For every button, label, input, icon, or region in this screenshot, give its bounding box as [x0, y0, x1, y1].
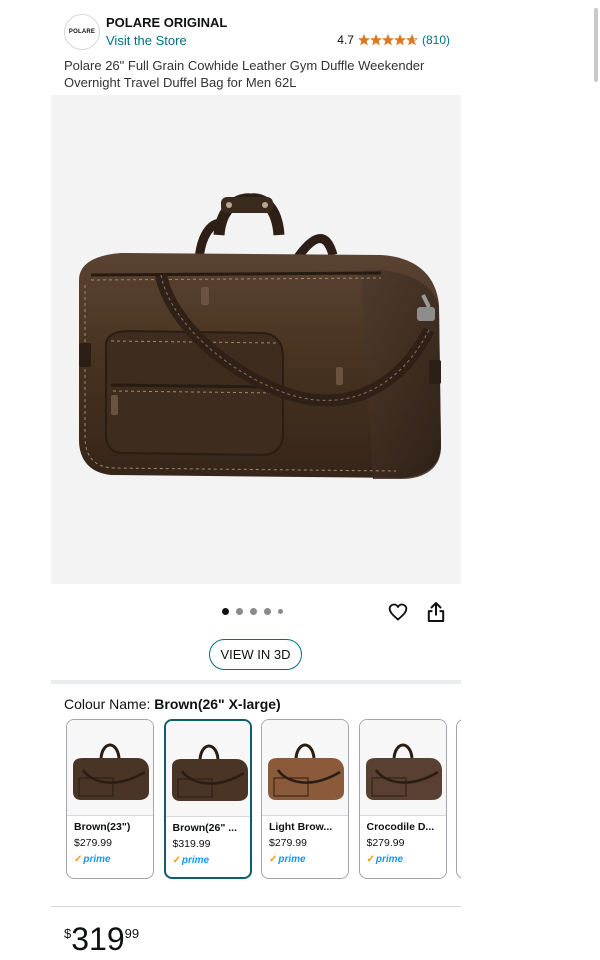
- swatch-price: $319.99: [172, 838, 211, 850]
- rating-value: 4.7: [337, 33, 354, 47]
- visit-store-link[interactable]: Visit the Store: [106, 33, 187, 48]
- price-whole: 319: [71, 921, 125, 957]
- carousel-dot[interactable]: [222, 608, 229, 615]
- colour-swatch[interactable]: Brown(23") $279.99 ✓prime: [66, 719, 154, 879]
- share-icon[interactable]: [427, 601, 445, 623]
- section-divider: [51, 680, 461, 684]
- star-icon: [406, 34, 418, 46]
- prime-label: prime: [375, 854, 404, 865]
- swatch-bag-image: [359, 720, 446, 816]
- carousel-dot[interactable]: [278, 609, 283, 614]
- colour-swatch[interactable]: Brown(26" ... $319.99 ✓prime: [163, 719, 252, 879]
- prime-check-icon: ✓: [172, 855, 181, 866]
- prime-check-icon: ✓: [366, 854, 375, 865]
- prime-badge: ✓prime: [269, 854, 306, 865]
- product-title: Polare 26" Full Grain Cowhide Leather Gy…: [64, 58, 425, 90]
- carousel-dot[interactable]: [236, 608, 243, 615]
- swatch-name: Light Brow...: [269, 821, 333, 833]
- prime-label: prime: [181, 855, 210, 866]
- prime-check-icon: ✓: [74, 854, 83, 865]
- price-currency: $: [64, 926, 72, 941]
- prime-badge: ✓prime: [173, 855, 210, 866]
- prime-label: prime: [278, 854, 306, 865]
- swatch-price: $279.99: [74, 837, 112, 849]
- image-carousel-dots[interactable]: [222, 608, 283, 615]
- section-divider: [51, 906, 461, 907]
- colour-name-label: Colour Name:: [64, 696, 151, 712]
- view-in-3d-button[interactable]: VIEW IN 3D: [209, 639, 302, 670]
- brand-logo[interactable]: POLARE: [64, 14, 100, 50]
- colour-name-value: Brown(26" X-large): [154, 696, 281, 712]
- star-icon: [370, 34, 382, 46]
- product-price: $ 319 99: [64, 922, 139, 956]
- prime-badge: ✓prime: [74, 854, 111, 865]
- brand-name: POLARE ORIGINAL: [106, 15, 228, 30]
- swatch-name: Crocodile D...: [366, 821, 435, 833]
- swatch-price: $279.99: [269, 837, 307, 849]
- rating-summary[interactable]: 4.7 (810): [337, 33, 450, 47]
- swatch-bag-image: [262, 720, 348, 816]
- colour-name-row: Colour Name: Brown(26" X-large): [64, 696, 281, 712]
- product-image[interactable]: [51, 95, 461, 584]
- heart-icon[interactable]: [388, 602, 408, 622]
- carousel-dot[interactable]: [264, 608, 271, 615]
- prime-check-icon: ✓: [269, 854, 278, 865]
- scrollbar[interactable]: [594, 8, 598, 82]
- carousel-dot[interactable]: [250, 608, 257, 615]
- duffel-bag-image: [79, 193, 441, 479]
- colour-swatch-more[interactable]: [456, 719, 461, 879]
- swatch-bag-image: [165, 721, 250, 817]
- review-count-link[interactable]: (810): [422, 33, 450, 47]
- swatch-name: Brown(23"): [74, 821, 131, 833]
- prime-label: prime: [83, 854, 111, 865]
- colour-swatch-list[interactable]: Brown(23") $279.99 ✓prime Brown(26" ... $319…: [66, 719, 461, 881]
- colour-swatch[interactable]: Crocodile D... $279.99 ✓prime: [358, 719, 447, 879]
- star-rating-icon: [358, 34, 418, 46]
- star-icon: [394, 34, 406, 46]
- swatch-name: Brown(26" ...: [172, 822, 238, 834]
- prime-badge: ✓prime: [367, 854, 404, 865]
- price-fraction: 99: [124, 926, 140, 941]
- colour-swatch[interactable]: Light Brow... $279.99 ✓prime: [261, 719, 349, 879]
- swatch-price: $279.99: [366, 837, 405, 849]
- brand-header: POLARE POLARE ORIGINAL Visit the Store 4…: [64, 12, 450, 52]
- star-icon: [382, 34, 394, 46]
- star-icon: [358, 34, 370, 46]
- swatch-bag-image: [67, 720, 153, 816]
